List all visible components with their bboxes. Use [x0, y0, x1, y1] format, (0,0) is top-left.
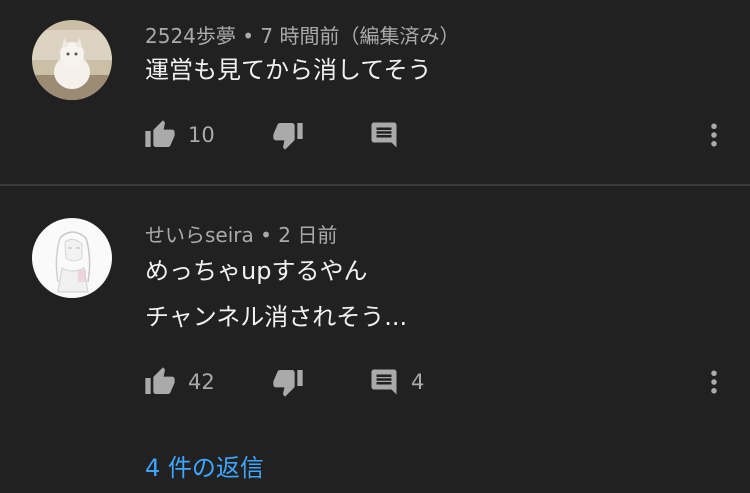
reply-count: 4 [411, 370, 425, 394]
comment-2: せいらseira • 2 日前 めっちゃupするやん チャンネル消されそう...… [0, 186, 750, 493]
comment-icon[interactable] [369, 362, 399, 402]
like-count: 10 [188, 123, 215, 147]
view-replies-link[interactable]: 4 件の返信 [145, 448, 264, 483]
author-name[interactable]: 2524歩夢 [145, 24, 236, 48]
meta-separator: • [253, 223, 279, 247]
thumb-up-icon[interactable] [144, 362, 176, 402]
avatar[interactable] [32, 20, 112, 100]
comment-text-line-2: チャンネル消されそう... [145, 303, 408, 331]
thumb-down-icon[interactable] [272, 115, 304, 155]
meta-separator: • [235, 24, 261, 48]
comment-time[interactable]: 2 日前 [278, 223, 337, 247]
comment-time[interactable]: 7 時間前（編集済み） [260, 24, 459, 48]
like-count: 42 [188, 370, 215, 394]
comment-1: 2524歩夢 • 7 時間前（編集済み） 運営も見てから消してそう 10 [0, 0, 750, 184]
comment-meta: 2524歩夢 • 7 時間前（編集済み） [145, 20, 460, 49]
author-name[interactable]: せいらseira [145, 223, 254, 247]
thumb-down-icon[interactable] [272, 362, 304, 402]
more-vert-icon[interactable] [704, 362, 724, 402]
comment-actions: 10 [0, 115, 750, 155]
thumb-up-icon[interactable] [144, 115, 176, 155]
comment-actions: 42 4 [0, 362, 750, 402]
more-vert-icon[interactable] [704, 115, 724, 155]
comment-meta: せいらseira • 2 日前 [145, 219, 337, 248]
comment-text: 運営も見てから消してそう [145, 56, 432, 84]
comment-text-line-1: めっちゃupするやん [145, 257, 368, 285]
avatar[interactable] [32, 218, 112, 298]
comment-icon[interactable] [369, 115, 399, 155]
